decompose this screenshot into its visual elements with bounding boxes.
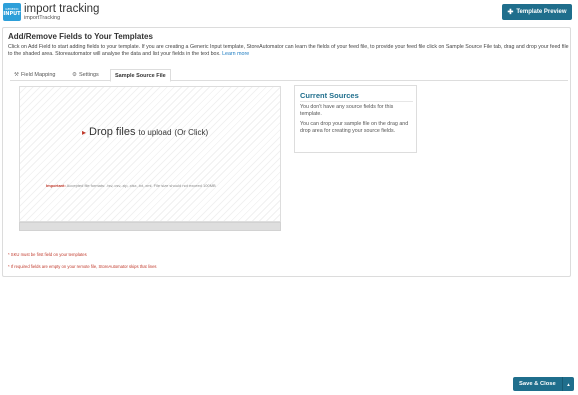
accepted-formats-text: Accepted file formats: .tsv,.csv,.zip,.x…: [66, 183, 216, 188]
template-subtitle: importTracking: [24, 15, 61, 21]
template-preview-label: Template Preview: [516, 9, 567, 15]
section-description: Click on Add Field to start adding field…: [8, 44, 570, 59]
description-text: Click on Add Field to start adding field…: [8, 44, 569, 58]
save-close-label: Save & Close: [519, 381, 556, 387]
learn-more-link[interactable]: Learn more: [222, 51, 249, 57]
plus-icon: ✚: [507, 8, 514, 16]
file-dropzone[interactable]: ▸ Drop files to upload (Or Click) Import…: [19, 86, 281, 222]
template-title: import tracking: [24, 3, 100, 15]
caret-up-icon[interactable]: ▲: [562, 377, 574, 391]
dropzone-scrollbar[interactable]: [19, 222, 281, 231]
dropzone-note: Important: Accepted file formats: .tsv,.…: [46, 183, 216, 188]
save-close-button[interactable]: Save & Close ▲: [513, 377, 574, 391]
caret-right-icon: ▸: [82, 128, 87, 137]
logo-line2: INPUT: [3, 10, 21, 17]
sources-hint-text: You can drop your sample file on the dra…: [300, 121, 409, 134]
dropzone-message: ▸ Drop files to upload (Or Click): [82, 126, 208, 138]
tab-sample-source-file[interactable]: Sample Source File: [110, 69, 171, 82]
gear-icon: ⚙: [72, 72, 77, 78]
section-title: Add/Remove Fields to Your Templates: [8, 32, 153, 41]
important-label: Important:: [46, 183, 66, 188]
current-sources-title: Current Sources: [300, 91, 359, 100]
tab-field-mapping[interactable]: ⚒ Field Mapping: [10, 69, 59, 81]
generic-input-logo: GENERIC INPUT: [3, 3, 21, 21]
page-header: GENERIC INPUT import tracking importTrac…: [0, 0, 578, 24]
current-sources-box: Current Sources You don't have any sourc…: [294, 85, 417, 153]
tab-settings-label: Settings: [78, 72, 99, 78]
tab-field-mapping-label: Field Mapping: [20, 72, 56, 78]
required-fields-warning: * If required fields are empty on your r…: [8, 264, 157, 269]
no-sources-text: You don't have any source fields for thi…: [300, 104, 394, 117]
to-upload-label: to upload: [138, 128, 172, 137]
drop-files-label: Drop files: [89, 126, 136, 138]
tab-sample-source-file-label: Sample Source File: [115, 72, 166, 79]
sku-warning: * SKU must be first field on your templa…: [8, 252, 87, 257]
template-preview-button[interactable]: ✚ Template Preview: [502, 4, 572, 20]
wrench-icon: ⚒: [14, 72, 19, 78]
fields-panel: Add/Remove Fields to Your Templates Clic…: [2, 27, 571, 277]
tab-settings[interactable]: ⚙ Settings: [68, 69, 103, 81]
tab-bar: ⚒ Field Mapping ⚙ Settings Sample Source…: [10, 69, 568, 82]
or-click-label: (Or Click): [174, 128, 209, 137]
divider: [300, 101, 413, 102]
